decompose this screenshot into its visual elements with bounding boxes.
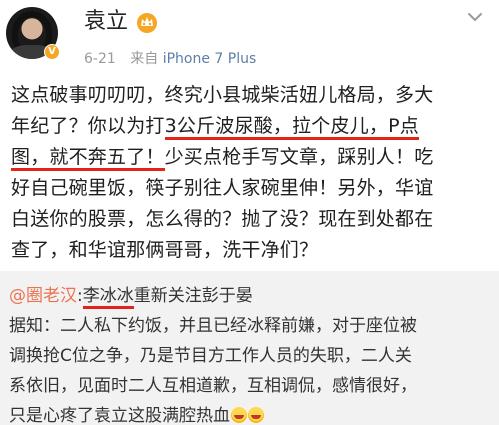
underlined-name: 李冰冰 bbox=[82, 286, 134, 309]
post-text-line: 图，就不奔五了！少买点枪手写文章，踩别人！吃 bbox=[11, 142, 491, 173]
weibo-post: V 袁立 6-21 来自 iPhone 7 Plus 这点破事叨叨叨，终究小县城… bbox=[0, 0, 499, 425]
vip-crown-icon bbox=[137, 13, 157, 33]
repost-text-segment: 只是心疼了袁立这股满腔热血 bbox=[9, 406, 230, 425]
laughing-tears-emoji-icon bbox=[248, 407, 264, 423]
repost-separator: : bbox=[77, 286, 83, 306]
post-text-line: 这点破事叨叨叨，终究小县城柴活妞儿格局，多大 bbox=[11, 80, 491, 111]
repost-text-line: 调换抢C位之争，乃是节目方工作人员的失职，二人关 bbox=[9, 341, 493, 371]
post-text-line: 好自己碗里饭，筷子别往人家碗里伸！另外，华谊 bbox=[11, 173, 491, 204]
post-text-line: 查了，和华谊那俩哥哥，洗干净们？ bbox=[11, 235, 491, 266]
repost-text-line: @圈老汉:李冰冰重新关注彭于晏 bbox=[9, 281, 493, 311]
post-text: 这点破事叨叨叨，终究小县城柴活妞儿格局，多大 年纪了？你以为打3公斤波尿酸，拉个… bbox=[11, 80, 491, 266]
post-timestamp: 6-21 bbox=[84, 51, 116, 67]
source-prefix: 来自 bbox=[130, 51, 159, 67]
post-text-segment: 白送你的股票，怎么得的？抛了没？现在到处都在 bbox=[11, 208, 434, 230]
post-text-segment: 好自己碗里饭，筷子别往人家碗里伸！另外，华谊 bbox=[11, 177, 434, 199]
user-mention-link[interactable]: @圈老汉 bbox=[9, 286, 77, 306]
post-text-line: 白送你的股票，怎么得的？抛了没？现在到处都在 bbox=[11, 204, 491, 235]
repost-text-line: 系依旧，见面时二人互相道歉，互相调侃，感情很好， bbox=[9, 371, 493, 401]
device-link[interactable]: iPhone 7 Plus bbox=[163, 51, 257, 67]
repost-text-segment: 据知：二人私下约饭，并且已经冰释前嫌，对于座位被 bbox=[9, 316, 417, 336]
repost-text-line: 据知：二人私下约饭，并且已经冰释前嫌，对于座位被 bbox=[9, 311, 493, 341]
underlined-text: 3公斤波尿酸，拉个皮儿，P点 bbox=[164, 115, 419, 140]
post-text-segment: 查了，和华谊那俩哥哥，洗干净们？ bbox=[11, 239, 319, 261]
repost-text: @圈老汉:李冰冰重新关注彭于晏 据知：二人私下约饭，并且已经冰释前嫌，对于座位被… bbox=[9, 281, 493, 425]
chevron-down-icon[interactable] bbox=[464, 6, 486, 28]
repost-headline: 重新关注彭于晏 bbox=[133, 286, 253, 306]
repost-text-segment: 系依旧，见面时二人互相道歉，互相调侃，感情很好， bbox=[9, 376, 417, 396]
laughing-tears-emoji-icon bbox=[231, 407, 247, 423]
repost-text-segment: 调换抢C位之争，乃是节目方工作人员的失职，二人关 bbox=[9, 346, 412, 366]
reposted-weibo[interactable]: @圈老汉:李冰冰重新关注彭于晏 据知：二人私下约饭，并且已经冰释前嫌，对于座位被… bbox=[0, 271, 499, 425]
post-meta: 6-21 来自 iPhone 7 Plus bbox=[84, 50, 256, 68]
underlined-text: 图，就不奔五了！ bbox=[11, 146, 165, 171]
repost-text-line: 只是心疼了袁立这股满腔热血 bbox=[9, 401, 493, 425]
verified-badge-icon: V bbox=[44, 44, 60, 60]
post-text-segment: 这点破事叨叨叨，终究小县城柴活妞儿格局，多大 bbox=[11, 84, 434, 106]
post-text-segment: 年纪了？你以为打 bbox=[11, 115, 165, 137]
post-text-segment: 少买点枪手写文章，踩别人！吃 bbox=[164, 146, 434, 168]
username[interactable]: 袁立 bbox=[84, 8, 128, 36]
post-text-line: 年纪了？你以为打3公斤波尿酸，拉个皮儿，P点 bbox=[11, 111, 491, 142]
